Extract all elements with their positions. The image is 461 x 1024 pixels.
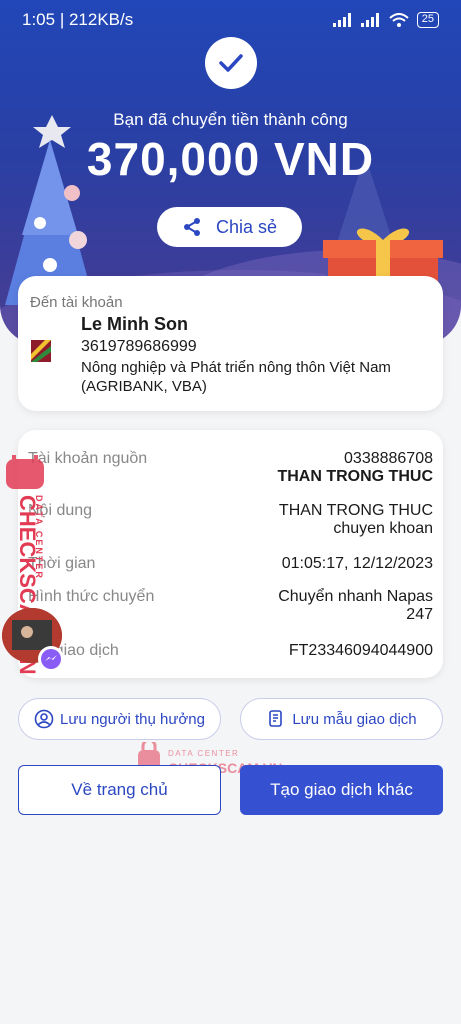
share-button[interactable]: Chia sẻ [157,207,302,247]
messenger-icon[interactable] [38,646,64,672]
signal-icon [332,13,351,27]
transaction-id-row: Mã giao dịch FT23346094044900 [28,642,433,660]
transaction-id-value: FT23346094044900 [288,642,433,659]
recipient-account-number: 3619789686999 [81,338,197,355]
recipient-name: Le Minh Son [81,314,188,334]
success-check-icon [205,37,257,89]
source-account-value: 0338886708 THAN TRONG THUC [277,450,433,485]
save-beneficiary-label: Lưu người thụ hưởng [60,710,205,728]
share-label: Chia sẻ [215,216,278,237]
status-bar: 1:05 | 212KB/s 25 [0,0,461,40]
save-template-label: Lưu mẫu giao dịch [292,710,417,728]
success-message: Bạn đã chuyển tiền thành công [113,110,348,129]
time-row: Thời gian 01:05:17, 12/12/2023 [28,555,433,573]
signal-icon [360,13,379,27]
battery-icon: 25 [416,12,439,28]
home-button[interactable]: Về trang chủ [18,765,221,815]
time-value: 01:05:17, 12/12/2023 [281,555,433,572]
save-beneficiary-button[interactable]: Lưu người thụ hưởng [18,698,221,740]
transfer-amount: 370,000 VND [86,133,375,185]
save-template-button[interactable]: Lưu mẫu giao dịch [240,698,443,740]
new-transaction-button[interactable]: Tạo giao dịch khác [240,765,443,815]
recipient-label: Đến tài khoản [30,294,123,311]
source-account-row: Tài khoản nguồn 0338886708 THAN TRONG THU… [28,450,433,486]
transaction-details-card: Tài khoản nguồn 0338886708 THAN TRONG THU… [18,430,443,678]
wifi-icon [389,13,409,27]
agribank-logo-icon [31,340,51,362]
recipient-card: Đến tài khoản Le Minh Son 3619789686999 … [18,276,443,411]
method-row: Hình thức chuyển Chuyển nhanh Napas 247 [28,588,433,624]
status-time: 1:05 | 212KB/s [22,10,134,29]
content-row: Nội dung THAN TRONG THUC chuyen khoan [28,502,433,538]
watermark-side-subtext: DATA CENTER [34,495,44,580]
share-icon [183,218,200,236]
user-circle-icon [34,709,54,729]
watermark-center-subtext: DATA CENTER [168,749,239,758]
method-value: Chuyển nhanh Napas 247 [278,588,433,623]
recipient-bank-name: Nông nghiệp và Phát triển nông thôn Việt… [81,359,391,395]
content-value: THAN TRONG THUC chuyen khoan [278,502,433,537]
document-icon [269,710,283,727]
